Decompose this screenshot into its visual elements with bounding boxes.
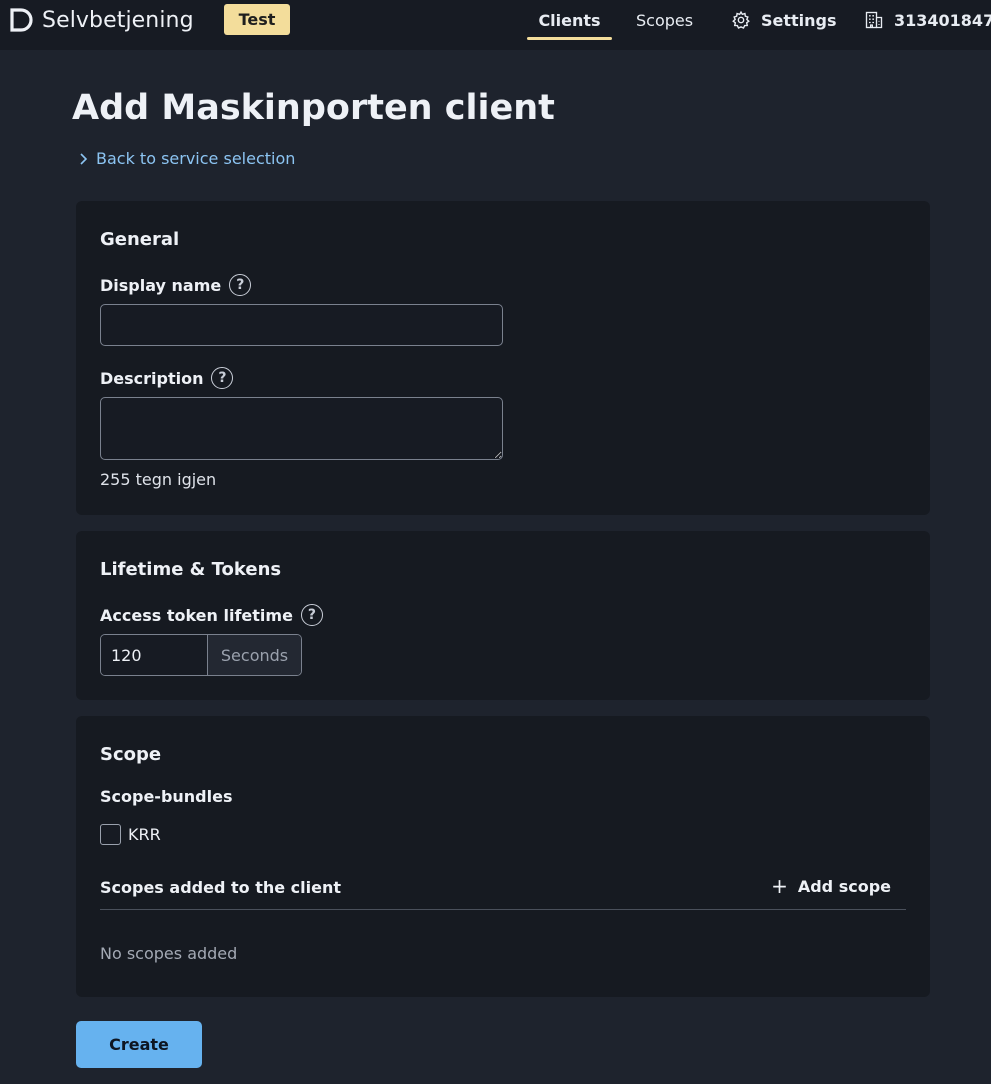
create-button[interactable]: Create	[76, 1021, 202, 1068]
nav-clients-label: Clients	[538, 10, 601, 30]
question-circle-icon[interactable]: ?	[211, 367, 234, 389]
nav-clients[interactable]: Clients	[527, 0, 612, 40]
lifetime-tokens-section: Lifetime & Tokens Access token lifetime …	[76, 531, 930, 700]
scopes-added-label: Scopes added to the client	[100, 878, 341, 897]
access-token-lifetime-group: Seconds	[100, 634, 302, 676]
access-token-lifetime-input[interactable]	[101, 635, 207, 675]
general-section: General Display name ? Description ? 255…	[76, 201, 930, 515]
display-name-input[interactable]	[100, 304, 503, 346]
access-token-label-row: Access token lifetime ?	[100, 604, 323, 626]
top-header: Selvbetjening Test Clients Scopes Settin…	[0, 0, 991, 50]
nav-scopes[interactable]: Scopes	[636, 0, 693, 40]
add-scope-label: Add scope	[797, 876, 891, 896]
page-title: Add Maskinporten client	[72, 88, 555, 128]
building-icon	[865, 11, 883, 29]
question-circle-icon[interactable]: ?	[229, 274, 252, 296]
description-label-row: Description ?	[100, 367, 234, 389]
krr-checkbox-label: KRR	[128, 825, 161, 844]
chevron-right-icon	[80, 152, 88, 165]
scope-bundles-label: Scope-bundles	[100, 787, 233, 806]
lifetime-unit: Seconds	[207, 635, 301, 675]
description-char-count: 255 tegn igjen	[100, 470, 217, 489]
display-name-label: Display name	[100, 275, 222, 295]
app-name: Selvbetjening	[42, 7, 194, 33]
nav-organization[interactable]: 313401847	[864, 0, 991, 40]
scope-bundle-krr[interactable]: KRR	[100, 824, 161, 845]
access-token-lifetime-label: Access token lifetime	[100, 605, 293, 625]
add-scope-button[interactable]: + Add scope	[771, 876, 891, 896]
gear-icon	[732, 10, 750, 29]
lifetime-title: Lifetime & Tokens	[100, 559, 282, 580]
org-number: 313401847	[894, 10, 991, 30]
description-label: Description	[100, 368, 204, 388]
plus-icon: +	[771, 874, 788, 898]
environment-badge: Test	[224, 4, 290, 35]
app-logo[interactable]: Selvbetjening	[8, 7, 194, 33]
question-circle-icon[interactable]: ?	[300, 604, 323, 626]
no-scopes-message: No scopes added	[100, 944, 238, 963]
krr-checkbox[interactable]	[100, 824, 121, 845]
back-to-service-selection-link[interactable]: Back to service selection	[78, 149, 295, 168]
nav-settings-label: Settings	[761, 10, 837, 30]
scopes-added-header: Scopes added to the client + Add scope	[100, 876, 906, 910]
scope-title: Scope	[100, 744, 162, 765]
display-name-label-row: Display name ?	[100, 274, 252, 296]
general-title: General	[100, 229, 180, 250]
scope-section: Scope Scope-bundles KRR Scopes added to …	[76, 716, 930, 997]
description-input[interactable]	[100, 397, 503, 460]
nav-scopes-label: Scopes	[636, 10, 694, 30]
nav-settings[interactable]: Settings	[731, 0, 837, 40]
back-link-label: Back to service selection	[96, 149, 296, 168]
d-logo-icon	[10, 8, 33, 32]
